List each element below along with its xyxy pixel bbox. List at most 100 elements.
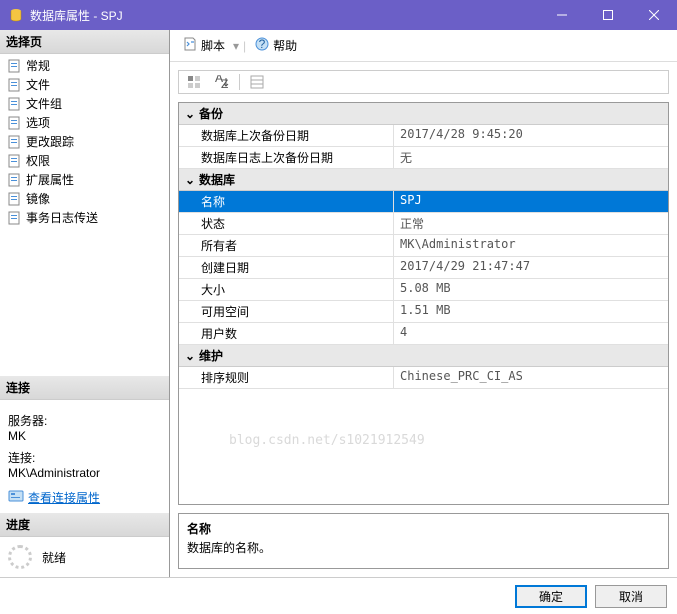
help-button[interactable]: ? 帮助	[250, 34, 301, 57]
window-title: 数据库属性 - SPJ	[30, 7, 539, 24]
progress-status: 就绪	[42, 549, 66, 566]
server-value: MK	[8, 429, 161, 443]
select-page-header: 选择页	[0, 30, 169, 54]
svg-text:?: ?	[259, 37, 266, 51]
sidebar-item-1[interactable]: 文件	[0, 75, 169, 94]
property-key: 用户数	[179, 323, 394, 344]
property-row[interactable]: 可用空间1.51 MB	[179, 301, 668, 323]
property-row[interactable]: 数据库日志上次备份日期无	[179, 147, 668, 169]
sidebar-item-0[interactable]: 常规	[0, 56, 169, 75]
property-row[interactable]: 所有者MK\Administrator	[179, 235, 668, 257]
properties-icon	[8, 488, 24, 507]
spinner-icon	[8, 545, 32, 569]
sidebar-item-8[interactable]: 事务日志传送	[0, 208, 169, 227]
svg-text:Z: Z	[221, 77, 228, 89]
page-icon	[6, 134, 22, 150]
help-icon: ?	[254, 36, 270, 55]
description-text: 数据库的名称。	[187, 539, 660, 556]
description-box: 名称 数据库的名称。	[178, 513, 669, 569]
page-icon	[6, 96, 22, 112]
property-key: 排序规则	[179, 367, 394, 388]
sidebar-item-label: 事务日志传送	[26, 209, 98, 226]
sidebar-item-6[interactable]: 扩展属性	[0, 170, 169, 189]
right-panel: 脚本 ▾ | ? 帮助 AZ ⌄备份数据库上次备份日期2017/4/28 9:4…	[170, 30, 677, 577]
category-name: 维护	[199, 347, 223, 364]
property-key: 数据库日志上次备份日期	[179, 147, 394, 168]
property-value: 2017/4/29 21:47:47	[394, 257, 668, 278]
page-icon	[6, 153, 22, 169]
categorized-button[interactable]	[183, 72, 205, 92]
sidebar-item-2[interactable]: 文件组	[0, 94, 169, 113]
sidebar-item-label: 选项	[26, 114, 50, 131]
sidebar-item-label: 文件	[26, 76, 50, 93]
property-value: 无	[394, 147, 668, 168]
sidebar-item-label: 镜像	[26, 190, 50, 207]
connection-header: 连接	[0, 376, 169, 400]
description-title: 名称	[187, 520, 660, 537]
property-key: 创建日期	[179, 257, 394, 278]
view-toolbar: AZ	[178, 70, 669, 94]
db-icon	[8, 7, 24, 23]
category-name: 备份	[199, 105, 223, 122]
conn-value: MK\Administrator	[8, 466, 161, 480]
toolbar: 脚本 ▾ | ? 帮助	[170, 30, 677, 62]
page-icon	[6, 77, 22, 93]
button-bar: 确定 取消	[0, 577, 677, 614]
property-row[interactable]: 数据库上次备份日期2017/4/28 9:45:20	[179, 125, 668, 147]
progress-header: 进度	[0, 513, 169, 537]
conn-label: 连接:	[8, 449, 161, 466]
property-value: SPJ	[394, 191, 668, 212]
sidebar-item-7[interactable]: 镜像	[0, 189, 169, 208]
property-row[interactable]: 创建日期2017/4/29 21:47:47	[179, 257, 668, 279]
minimize-button[interactable]	[539, 0, 585, 30]
page-icon	[6, 210, 22, 226]
watermark: blog.csdn.net/s1021912549	[229, 433, 425, 448]
category-name: 数据库	[199, 171, 235, 188]
property-row[interactable]: 名称SPJ	[179, 191, 668, 213]
page-icon	[6, 172, 22, 188]
property-key: 状态	[179, 213, 394, 234]
close-button[interactable]	[631, 0, 677, 30]
sidebar-item-label: 权限	[26, 152, 50, 169]
category-header[interactable]: ⌄备份	[179, 103, 668, 125]
property-row[interactable]: 大小5.08 MB	[179, 279, 668, 301]
view-connection-link[interactable]: 查看连接属性	[28, 489, 100, 506]
property-key: 数据库上次备份日期	[179, 125, 394, 146]
alphabetical-button[interactable]: AZ	[211, 72, 233, 92]
sidebar-item-label: 更改跟踪	[26, 133, 74, 150]
sidebar-item-3[interactable]: 选项	[0, 113, 169, 132]
collapse-icon[interactable]: ⌄	[183, 107, 197, 121]
page-icon	[6, 115, 22, 131]
sidebar-item-label: 常规	[26, 57, 50, 74]
sidebar-item-5[interactable]: 权限	[0, 151, 169, 170]
property-value: Chinese_PRC_CI_AS	[394, 367, 668, 388]
property-value: 2017/4/28 9:45:20	[394, 125, 668, 146]
dropdown-icon[interactable]: ▾	[233, 39, 239, 53]
category-header[interactable]: ⌄数据库	[179, 169, 668, 191]
property-pages-button[interactable]	[246, 72, 268, 92]
property-value: MK\Administrator	[394, 235, 668, 256]
script-button[interactable]: 脚本	[178, 34, 229, 57]
category-header[interactable]: ⌄维护	[179, 345, 668, 367]
property-key: 名称	[179, 191, 394, 212]
page-list: 常规文件文件组选项更改跟踪权限扩展属性镜像事务日志传送	[0, 54, 169, 229]
titlebar: 数据库属性 - SPJ	[0, 0, 677, 30]
property-key: 所有者	[179, 235, 394, 256]
property-value: 1.51 MB	[394, 301, 668, 322]
property-key: 可用空间	[179, 301, 394, 322]
property-row[interactable]: 用户数4	[179, 323, 668, 345]
property-row[interactable]: 状态正常	[179, 213, 668, 235]
maximize-button[interactable]	[585, 0, 631, 30]
property-row[interactable]: 排序规则Chinese_PRC_CI_AS	[179, 367, 668, 389]
collapse-icon[interactable]: ⌄	[183, 173, 197, 187]
cancel-button[interactable]: 取消	[595, 585, 667, 608]
sidebar-item-label: 文件组	[26, 95, 62, 112]
ok-button[interactable]: 确定	[515, 585, 587, 608]
property-value: 4	[394, 323, 668, 344]
sidebar-item-4[interactable]: 更改跟踪	[0, 132, 169, 151]
left-panel: 选择页 常规文件文件组选项更改跟踪权限扩展属性镜像事务日志传送 连接 服务器: …	[0, 30, 170, 577]
property-value: 5.08 MB	[394, 279, 668, 300]
property-grid[interactable]: ⌄备份数据库上次备份日期2017/4/28 9:45:20数据库日志上次备份日期…	[178, 102, 669, 505]
collapse-icon[interactable]: ⌄	[183, 349, 197, 363]
property-key: 大小	[179, 279, 394, 300]
